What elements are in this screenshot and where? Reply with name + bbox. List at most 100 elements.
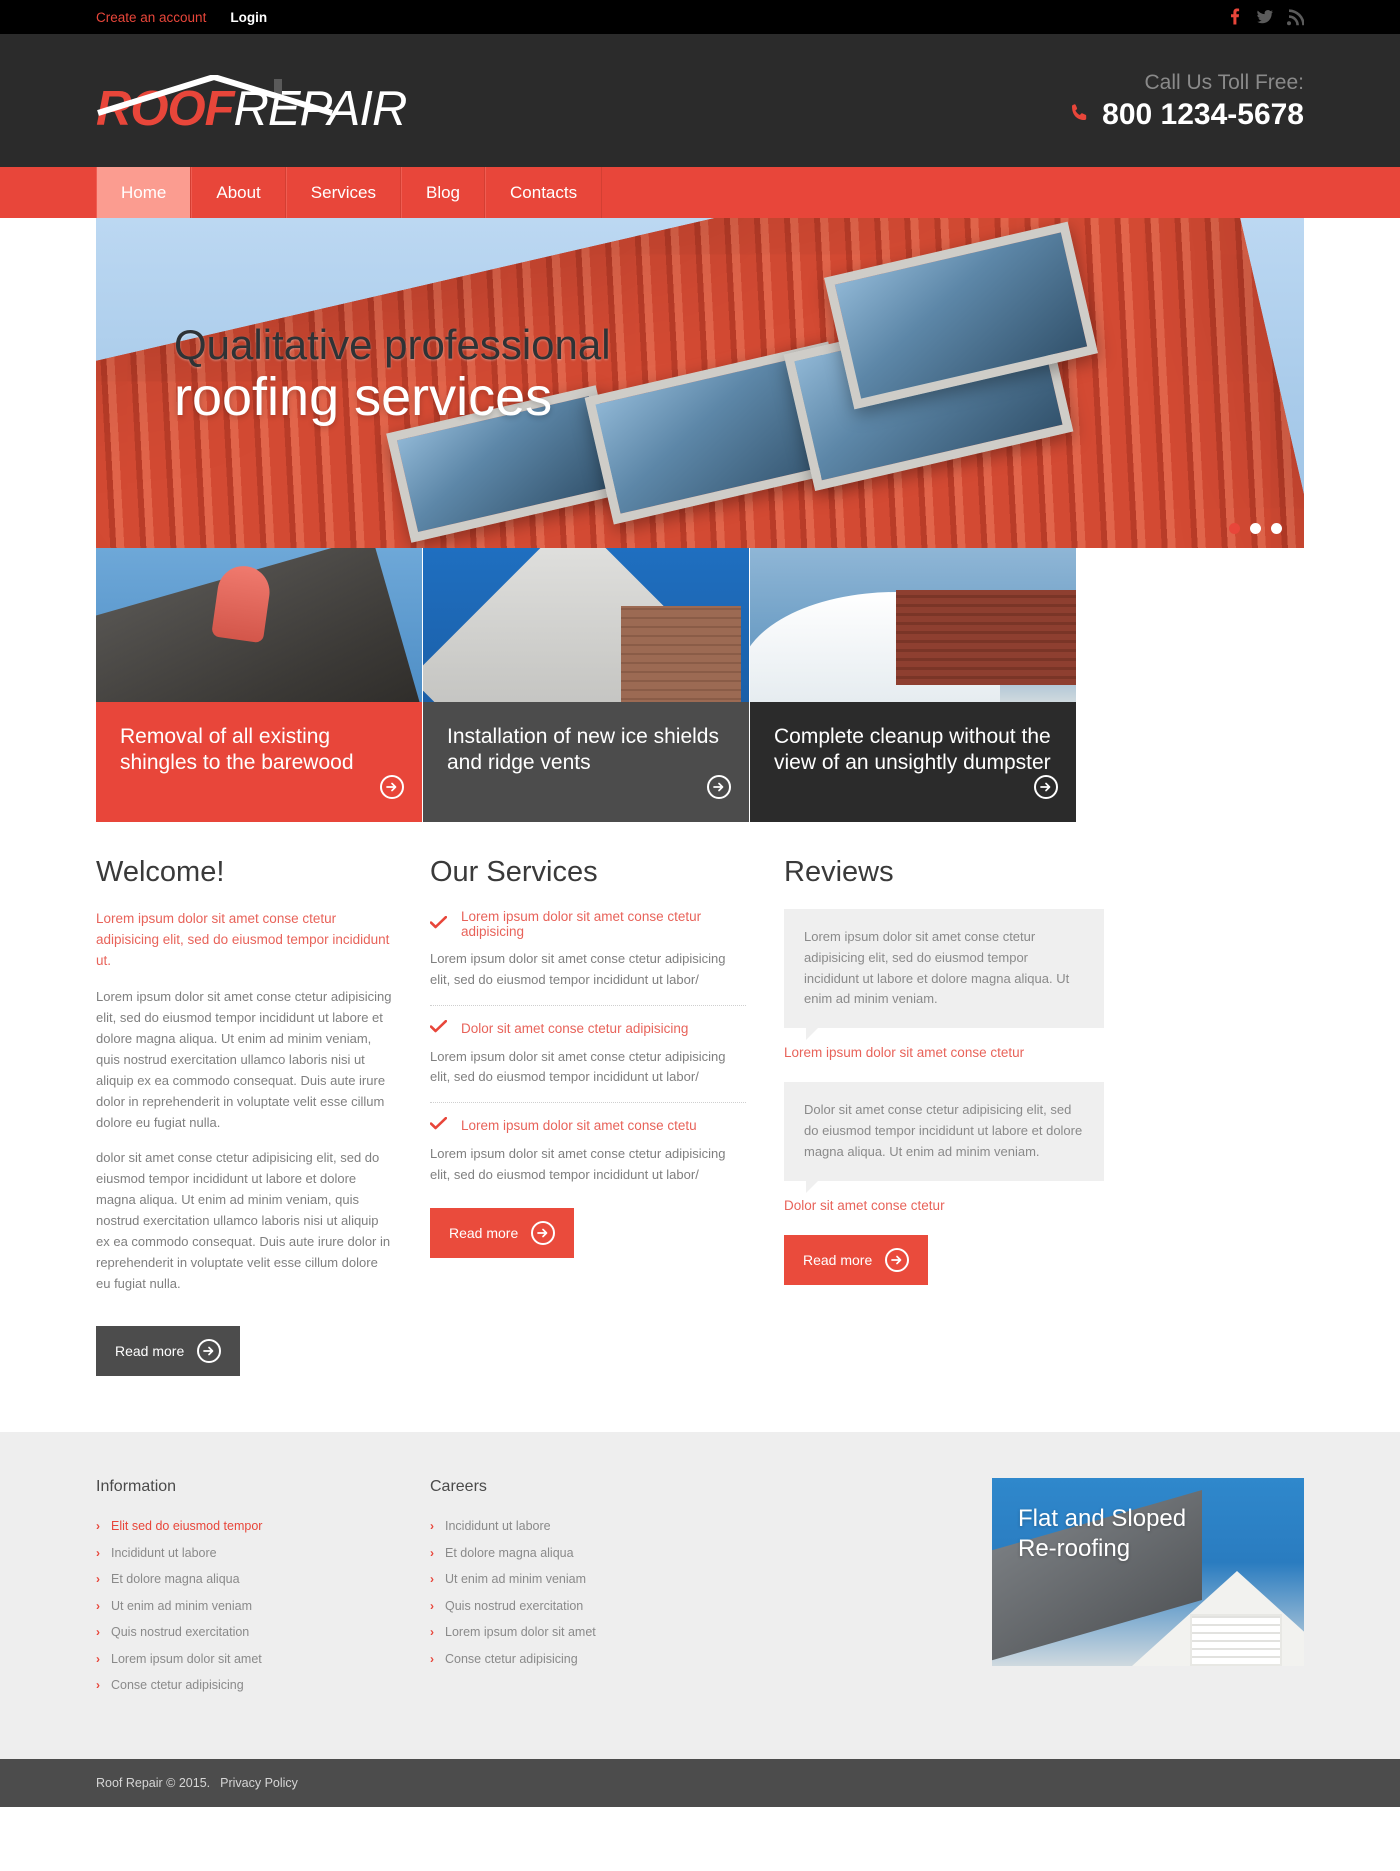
auth-links: Create an account Login (96, 10, 267, 25)
footer-information: Information › Elit sed do eiusmod tempor … (96, 1478, 430, 1705)
chevron-right-icon: › (430, 1545, 434, 1560)
logo[interactable]: ROOFREPAIR (96, 67, 407, 134)
footer-careers: Careers › Incididunt ut labore › Et dolore… (430, 1478, 764, 1705)
footer-careers-label-4: Quis nostrud exercitation (445, 1598, 584, 1613)
feature-image-roofer (96, 548, 422, 702)
service-text-1: Lorem ipsum dolor sit amet conse ctetur … (430, 951, 726, 987)
footer-info-label-7: Conse ctetur adipisicing (111, 1678, 244, 1693)
reviews-read-more-button[interactable]: Read more (784, 1234, 929, 1285)
service-heading-1[interactable]: Lorem ipsum dolor sit amet conse ctetur … (429, 909, 746, 939)
welcome-paragraph-2: dolor sit amet conse ctetur adipisicing … (96, 1150, 391, 1292)
footer-careers-link-3[interactable]: › Ut enim ad minim veniam (430, 1572, 764, 1586)
footer-info-link-3[interactable]: › Et dolore magna aliqua (96, 1572, 430, 1586)
footer-info-link-6[interactable]: › Lorem ipsum dolor sit amet (96, 1652, 430, 1666)
service-heading-3[interactable]: Lorem ipsum dolor sit amet conse ctetu (429, 1117, 746, 1134)
hero-dot-3[interactable] (1271, 523, 1282, 534)
chevron-right-icon: › (96, 1651, 100, 1666)
services-read-more-label: Read more (449, 1224, 519, 1241)
review-author-1[interactable]: Lorem ipsum dolor sit amet conse ctetur (784, 1045, 1104, 1060)
footer-info-label-2: Incididunt ut labore (111, 1545, 217, 1560)
footer-info-link-5[interactable]: › Quis nostrud exercitation (96, 1625, 430, 1639)
reviews-column: Reviews Lorem ipsum dolor sit amet conse… (784, 856, 1104, 1376)
nav-item-about[interactable]: About (191, 167, 286, 218)
top-bar: Create an account Login (0, 0, 1400, 34)
chevron-right-icon: › (96, 1545, 100, 1560)
services-read-more-button[interactable]: Read more (430, 1207, 575, 1258)
feature-caption-text-3: Complete cleanup without the view of an … (774, 725, 1051, 774)
phone-number[interactable]: 800 1234-5678 (1102, 98, 1304, 132)
divider (430, 1102, 746, 1104)
main-nav: Home About Services Blog Contacts (0, 167, 1400, 218)
footer-careers-link-4[interactable]: › Quis nostrud exercitation (430, 1599, 764, 1613)
promo-line-2: Re-roofing (1018, 1534, 1131, 1562)
arrow-right-circle-icon[interactable] (380, 774, 404, 800)
chevron-right-icon: › (430, 1572, 434, 1587)
nav-item-contacts[interactable]: Contacts (485, 167, 603, 218)
arrow-right-circle-icon (885, 1247, 910, 1272)
check-icon (429, 1019, 448, 1037)
welcome-read-more-button[interactable]: Read more (96, 1326, 241, 1377)
footer-careers-label-1: Incididunt ut labore (445, 1519, 551, 1534)
promo-line-1: Flat and Sloped (1018, 1505, 1187, 1533)
feature-box-1[interactable]: Removal of all existing shingles to the … (96, 548, 422, 822)
review-bubble-1: Lorem ipsum dolor sit amet conse ctetur … (784, 909, 1104, 1041)
service-text-2: Lorem ipsum dolor sit amet conse ctetur … (430, 1048, 726, 1085)
nav-item-home[interactable]: Home (96, 167, 192, 218)
service-item: Lorem ipsum dolor sit amet conse ctetu L… (429, 1117, 746, 1186)
hero-dot-1[interactable] (1229, 523, 1240, 534)
arrow-right-circle-icon[interactable] (707, 774, 731, 800)
footer-info-label-1: Elit sed do eiusmod tempor (111, 1519, 263, 1534)
hero-dot-2[interactable] (1250, 523, 1261, 534)
footer-careers-link-1[interactable]: › Incididunt ut labore (430, 1519, 764, 1533)
footer-careers-label-3: Ut enim ad minim veniam (445, 1572, 587, 1587)
chevron-right-icon: › (430, 1651, 434, 1666)
hero-pager (1229, 523, 1282, 534)
chevron-right-icon: › (96, 1572, 100, 1587)
footer-info-link-4[interactable]: › Ut enim ad minim veniam (96, 1599, 430, 1613)
chevron-right-icon: › (96, 1598, 100, 1613)
feature-box-3[interactable]: Complete cleanup without the view of an … (750, 548, 1076, 822)
arrow-right-circle-icon (197, 1339, 222, 1364)
feature-caption-2: Installation of new ice shields and ridg… (423, 702, 749, 822)
footer-info-link-2[interactable]: › Incididunt ut labore (96, 1546, 430, 1560)
divider (430, 1004, 746, 1006)
promo-banner[interactable]: Flat and Sloped Re-roofing (992, 1478, 1304, 1667)
footer-careers-link-5[interactable]: › Lorem ipsum dolor sit amet (430, 1625, 764, 1639)
footer-information-title: Information (96, 1478, 177, 1496)
review-text-1: Lorem ipsum dolor sit amet conse ctetur … (804, 929, 1070, 1007)
call-box: Call Us Toll Free: 800 1234-5678 (1068, 69, 1304, 132)
footer-info-label-6: Lorem ipsum dolor sit amet (111, 1651, 262, 1666)
feature-boxes: Removal of all existing shingles to the … (96, 548, 1304, 822)
review-bubble-2: Dolor sit amet conse ctetur adipisicing … (784, 1082, 1104, 1194)
chevron-right-icon: › (96, 1678, 100, 1693)
phone-number-row: 800 1234-5678 (1068, 98, 1304, 132)
feature-image-ridge (423, 548, 749, 702)
rss-icon[interactable] (1286, 8, 1305, 26)
social-links (1226, 8, 1305, 26)
site-header: ROOFREPAIR Call Us Toll Free: 800 1234-5… (0, 34, 1400, 167)
review-text-2: Dolor sit amet conse ctetur adipisicing … (804, 1102, 1083, 1159)
create-account-link[interactable]: Create an account (96, 10, 206, 25)
footer-careers-link-6[interactable]: › Conse ctetur adipisicing (430, 1652, 764, 1666)
review-author-2[interactable]: Dolor sit amet conse ctetur (784, 1198, 1104, 1213)
nav-item-blog[interactable]: Blog (400, 167, 486, 218)
promo-text: Flat and Sloped Re-roofing (1018, 1504, 1186, 1563)
footer-info-label-3: Et dolore magna aliqua (111, 1572, 240, 1587)
footer-info-link-7[interactable]: › Conse ctetur adipisicing (96, 1678, 430, 1692)
privacy-policy-link[interactable]: Privacy Policy (220, 1776, 298, 1790)
feature-box-2[interactable]: Installation of new ice shields and ridg… (423, 548, 749, 822)
twitter-icon[interactable] (1256, 8, 1274, 26)
arrow-right-circle-icon[interactable] (1034, 774, 1058, 800)
footer-careers-label-6: Conse ctetur adipisicing (445, 1651, 578, 1666)
footer-info-label-5: Quis nostrud exercitation (111, 1625, 250, 1640)
footer-careers-link-2[interactable]: › Et dolore magna aliqua (430, 1546, 764, 1560)
chevron-right-icon: › (430, 1598, 434, 1613)
feature-image-snow (750, 548, 1076, 702)
welcome-paragraph-1: Lorem ipsum dolor sit amet conse ctetur … (96, 988, 392, 1131)
nav-item-services[interactable]: Services (285, 167, 401, 218)
facebook-icon[interactable] (1226, 8, 1244, 26)
footer-info-link-1[interactable]: › Elit sed do eiusmod tempor (96, 1519, 430, 1533)
main-content: Welcome! Lorem ipsum dolor sit amet cons… (96, 822, 1304, 1432)
service-heading-2[interactable]: Dolor sit amet conse ctetur adipisicing (429, 1019, 746, 1037)
login-link[interactable]: Login (230, 10, 267, 25)
